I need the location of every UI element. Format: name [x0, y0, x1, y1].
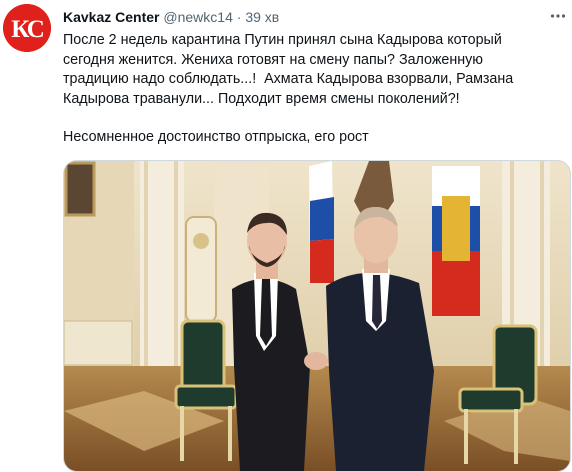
- tweet-text-paragraph-1: После 2 недель карантина Путин принял сы…: [63, 32, 518, 107]
- avatar[interactable]: КС: [3, 4, 51, 52]
- tweet-text-paragraph-2: Несомненное достоинство отпрыска, его ро…: [63, 129, 369, 145]
- avatar-logo-text: КС: [11, 16, 44, 43]
- tweet-card[interactable]: КС Kavkaz Center @newkc14 · 39 хв После …: [0, 0, 572, 472]
- photo-icon: [64, 161, 570, 471]
- tweet-timestamp[interactable]: 39 хв: [245, 9, 279, 25]
- tweet-photo[interactable]: [63, 160, 571, 472]
- tweet-text: После 2 недель карантина Путин принял сы…: [63, 31, 543, 148]
- author-name[interactable]: Kavkaz Center: [63, 9, 160, 25]
- kavkaz-center-logo: КС: [3, 4, 51, 52]
- ellipsis-icon: [550, 14, 566, 18]
- author-handle[interactable]: @newkc14: [163, 9, 232, 25]
- meta-separator: ·: [236, 9, 242, 25]
- more-options-button[interactable]: [548, 6, 568, 26]
- tweet-header: Kavkaz Center @newkc14 · 39 хв: [63, 8, 279, 26]
